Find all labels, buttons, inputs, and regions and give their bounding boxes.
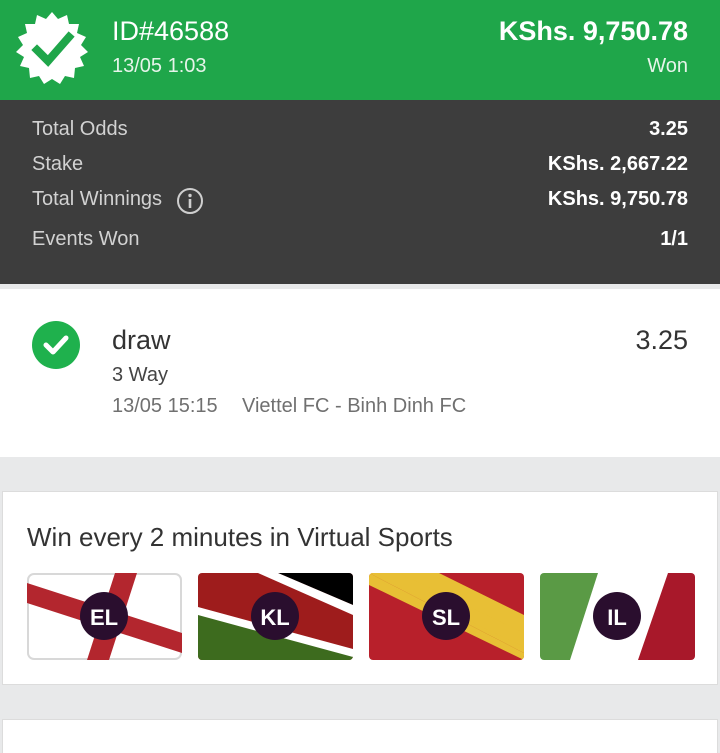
total-winnings-value: KShs. 9,750.78 (547, 188, 688, 210)
bet-summary: Total Odds 3.25 Stake KShs. 2,667.22 Tot… (0, 100, 720, 284)
kenya-flag-icon: KL (198, 573, 353, 660)
svg-text:KL: KL (260, 605, 289, 630)
event-card[interactable]: draw 3 Way 13/05 15:15 Viettel FC - Binh… (0, 289, 720, 457)
info-icon[interactable] (176, 187, 204, 215)
summary-row-total-winnings: Total Winnings KShs. 9,750.78 (32, 184, 688, 214)
next-section-card (2, 719, 718, 753)
bet-header: ID#46588 13/05 1:03 KShs. 9,750.78 Won (0, 0, 720, 100)
stake-label: Stake (32, 153, 84, 175)
bet-status: Won (647, 55, 688, 77)
check-circle-icon (32, 321, 80, 369)
won-badge-icon (14, 12, 90, 86)
league-tile-sl[interactable]: SL (369, 573, 524, 660)
italy-flag-icon: IL (540, 573, 695, 660)
summary-row-stake: Stake KShs. 2,667.22 (32, 149, 688, 179)
svg-text:EL: EL (90, 605, 118, 630)
stake-value: KShs. 2,667.22 (547, 153, 688, 175)
summary-row-events-won: Events Won 1/1 (32, 224, 688, 254)
event-teams: Viettel FC - Binh Dinh FC (242, 395, 467, 417)
event-market: 3 Way (112, 364, 168, 386)
spain-flag-icon: SL (369, 573, 524, 660)
virtual-sports-title: Win every 2 minutes in Virtual Sports (27, 522, 453, 552)
events-won-value: 1/1 (660, 228, 688, 250)
league-tile-il[interactable]: IL (540, 573, 695, 660)
svg-text:SL: SL (432, 605, 460, 630)
england-flag-icon: EL (27, 573, 182, 660)
bet-id: ID#46588 (112, 16, 230, 46)
bet-payout-amount: KShs. 9,750.78 (498, 16, 688, 46)
total-odds-value: 3.25 (649, 118, 688, 140)
virtual-sports-promo: Win every 2 minutes in Virtual Sports EL… (2, 491, 718, 685)
event-pick: draw (112, 325, 171, 355)
events-won-label: Events Won (32, 228, 140, 250)
league-tile-kl[interactable]: KL (198, 573, 353, 660)
event-odds: 3.25 (635, 325, 688, 355)
summary-row-total-odds: Total Odds 3.25 (32, 114, 688, 144)
event-time: 13/05 15:15 (112, 395, 218, 417)
league-tile-el[interactable]: EL (27, 573, 182, 660)
svg-text:IL: IL (607, 605, 627, 630)
bet-date: 13/05 1:03 (112, 55, 207, 77)
total-odds-label: Total Odds (32, 118, 128, 140)
total-winnings-label: Total Winnings (32, 188, 163, 210)
